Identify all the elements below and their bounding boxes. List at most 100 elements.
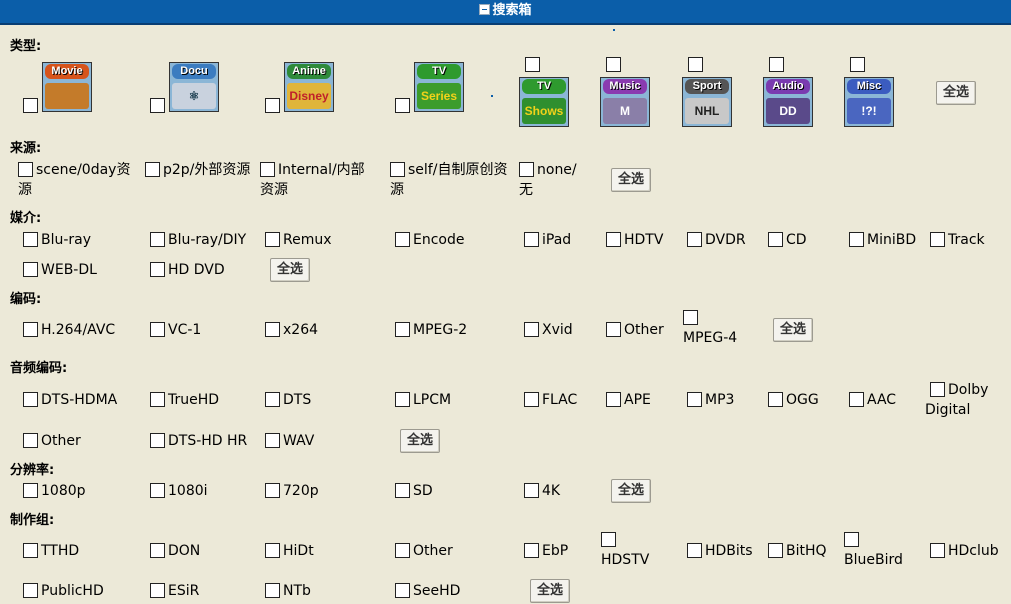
team-option[interactable]: TTHD	[23, 541, 79, 561]
medium-option[interactable]: Blu-ray	[23, 230, 91, 250]
checkbox[interactable]	[606, 232, 621, 247]
checkbox[interactable]	[688, 57, 703, 72]
checkbox[interactable]	[23, 543, 38, 558]
codec-select-all-button[interactable]: 全选	[773, 318, 814, 342]
team-option[interactable]: HDclub	[930, 541, 999, 561]
audio-select-all-button[interactable]: 全选	[400, 429, 441, 453]
checkbox[interactable]	[150, 98, 165, 113]
checkbox[interactable]	[265, 543, 280, 558]
team-option[interactable]: NTb	[265, 581, 311, 601]
team-option[interactable]: HDBits	[687, 541, 753, 561]
resolution-option[interactable]: 720p	[265, 481, 319, 501]
audio-option[interactable]: DTS	[265, 390, 311, 410]
team-option[interactable]: DON	[150, 541, 200, 561]
team-option[interactable]: Other	[395, 541, 453, 561]
checkbox[interactable]	[150, 433, 165, 448]
source-option[interactable]: scene/0day资源	[18, 160, 143, 200]
checkbox[interactable]	[150, 392, 165, 407]
resolution-option[interactable]: 1080p	[23, 481, 86, 501]
codec-option[interactable]: Other	[606, 320, 664, 340]
checkbox[interactable]	[18, 162, 33, 177]
category-icon[interactable]: Anime Disney	[284, 62, 334, 112]
checkbox[interactable]	[768, 392, 783, 407]
medium-option[interactable]: MiniBD	[849, 230, 916, 250]
medium-option[interactable]: Track	[930, 230, 985, 250]
source-select-all-button[interactable]: 全选	[611, 168, 652, 192]
checkbox[interactable]	[849, 392, 864, 407]
checkbox[interactable]	[23, 322, 38, 337]
checkbox[interactable]	[850, 57, 865, 72]
team-select-all-button[interactable]: 全选	[530, 579, 571, 603]
source-option[interactable]: p2p/外部资源	[145, 160, 253, 180]
audio-option[interactable]: MP3	[687, 390, 734, 410]
medium-option[interactable]: DVDR	[687, 230, 746, 250]
medium-option[interactable]: iPad	[524, 230, 571, 250]
checkbox[interactable]	[150, 262, 165, 277]
checkbox[interactable]	[390, 162, 405, 177]
resolution-option[interactable]: SD	[395, 481, 433, 501]
search-box-header[interactable]: 搜索箱	[0, 0, 1011, 25]
checkbox[interactable]	[145, 162, 160, 177]
team-option[interactable]: PublicHD	[23, 581, 104, 601]
checkbox[interactable]	[150, 483, 165, 498]
checkbox[interactable]	[395, 583, 410, 598]
codec-option[interactable]: x264	[265, 320, 318, 340]
audio-option[interactable]: DTS-HDMA	[23, 390, 117, 410]
medium-option[interactable]: HD DVD	[150, 260, 225, 280]
medium-option[interactable]: Encode	[395, 230, 464, 250]
checkbox[interactable]	[395, 543, 410, 558]
source-option[interactable]: none/无	[519, 160, 587, 200]
checkbox[interactable]	[260, 162, 275, 177]
audio-option[interactable]: FLAC	[524, 390, 577, 410]
checkbox[interactable]	[524, 392, 539, 407]
checkbox[interactable]	[265, 392, 280, 407]
checkbox[interactable]	[23, 392, 38, 407]
checkbox[interactable]	[769, 57, 784, 72]
checkbox[interactable]	[524, 543, 539, 558]
codec-option[interactable]: H.264/AVC	[23, 320, 115, 340]
checkbox[interactable]	[395, 232, 410, 247]
checkbox[interactable]	[844, 532, 859, 547]
checkbox[interactable]	[930, 382, 945, 397]
team-option[interactable]: ESiR	[150, 581, 199, 601]
checkbox[interactable]	[930, 543, 945, 558]
medium-option[interactable]: Blu-ray/DIY	[150, 230, 246, 250]
resolution-option[interactable]: 1080i	[150, 481, 208, 501]
medium-option[interactable]: WEB-DL	[23, 260, 97, 280]
checkbox[interactable]	[395, 98, 410, 113]
category-icon[interactable]: Docu ⚛	[169, 62, 219, 112]
checkbox[interactable]	[150, 232, 165, 247]
checkbox[interactable]	[525, 57, 540, 72]
category-icon[interactable]: Movie	[42, 62, 92, 112]
checkbox[interactable]	[524, 322, 539, 337]
checkbox[interactable]	[606, 322, 621, 337]
category-icon[interactable]: Audio DD	[763, 77, 813, 127]
checkbox[interactable]	[265, 583, 280, 598]
checkbox[interactable]	[150, 543, 165, 558]
medium-select-all-button[interactable]: 全选	[270, 258, 311, 282]
medium-option[interactable]: Remux	[265, 230, 332, 250]
audio-option[interactable]: LPCM	[395, 390, 451, 410]
checkbox[interactable]	[524, 483, 539, 498]
checkbox[interactable]	[265, 433, 280, 448]
checkbox[interactable]	[395, 392, 410, 407]
checkbox[interactable]	[150, 322, 165, 337]
checkbox[interactable]	[687, 392, 702, 407]
resolution-option[interactable]: 4K	[524, 481, 560, 501]
source-option[interactable]: self/自制原创资源	[390, 160, 510, 200]
checkbox[interactable]	[687, 543, 702, 558]
checkbox[interactable]	[519, 162, 534, 177]
checkbox[interactable]	[265, 98, 280, 113]
checkbox[interactable]	[930, 232, 945, 247]
checkbox[interactable]	[23, 483, 38, 498]
checkbox[interactable]	[849, 232, 864, 247]
audio-option[interactable]: AAC	[849, 390, 896, 410]
checkbox[interactable]	[265, 232, 280, 247]
team-option[interactable]: BitHQ	[768, 541, 827, 561]
checkbox[interactable]	[768, 543, 783, 558]
audio-option[interactable]: DTS-HD HR	[150, 431, 247, 451]
type-select-all-button[interactable]: 全选	[936, 81, 977, 105]
checkbox[interactable]	[23, 232, 38, 247]
category-icon[interactable]: TV Shows	[519, 77, 569, 127]
category-icon[interactable]: Misc!?!	[844, 77, 894, 127]
